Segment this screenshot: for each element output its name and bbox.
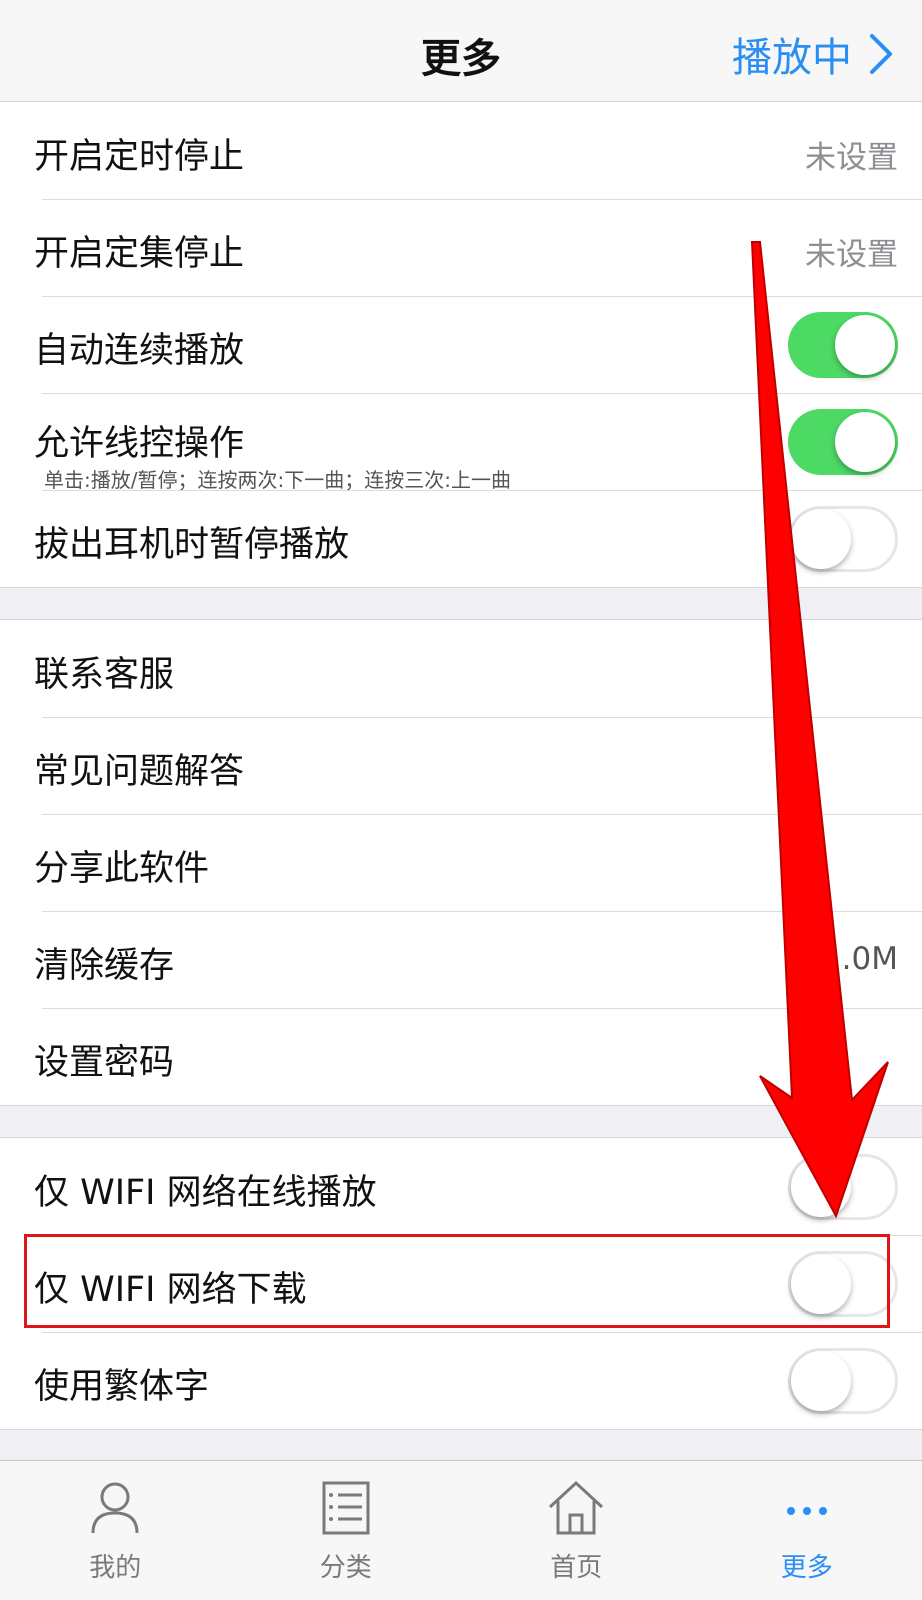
faq-row[interactable]: 常见问题解答: [0, 717, 922, 814]
row-label: 分享此软件: [34, 849, 210, 889]
toggle-knob: [791, 1254, 851, 1314]
tab-category[interactable]: 分类: [231, 1461, 462, 1600]
toggle-knob: [835, 315, 895, 375]
person-icon: [91, 1482, 139, 1534]
tab-mine[interactable]: 我的: [0, 1461, 231, 1600]
wire-control-row: 允许线控操作 单击:播放/暂停；连按两次:下一曲；连按三次:上一曲: [0, 393, 922, 492]
episode-stop-row[interactable]: 开启定集停止 未设置: [0, 199, 922, 296]
wifi-only-stream-toggle[interactable]: [788, 1154, 898, 1220]
tab-label: 分类: [319, 1553, 372, 1583]
tab-label: 首页: [550, 1553, 603, 1583]
wifi-only-stream-row: 仅 WIFI 网络在线播放: [0, 1138, 922, 1235]
nav-bar: 更多 播放中: [0, 0, 922, 102]
row-label: 允许线控操作: [34, 424, 245, 464]
row-label: 设置密码: [34, 1043, 175, 1083]
more-icon: [786, 1507, 827, 1515]
traditional-chinese-toggle[interactable]: [788, 1348, 898, 1414]
row-label: 仅 WIFI 网络在线播放: [34, 1173, 377, 1213]
now-playing-label: 播放中: [732, 35, 852, 81]
sleep-timer-row[interactable]: 开启定时停止 未设置: [0, 102, 922, 199]
tab-home[interactable]: 首页: [461, 1461, 692, 1600]
chevron-right-icon: [870, 34, 892, 74]
home-icon: [549, 1480, 604, 1535]
row-label: 开启定集停止: [34, 234, 245, 274]
autoplay-toggle[interactable]: [788, 312, 898, 378]
toggle-knob: [791, 1157, 851, 1217]
headphone-pause-toggle[interactable]: [788, 506, 898, 572]
support-group: 联系客服 常见问题解答 分享此软件 清除缓存 .0M 设置密码: [0, 619, 922, 1106]
toggle-knob: [791, 1351, 851, 1411]
tab-label: 更多: [780, 1553, 833, 1583]
set-password-row[interactable]: 设置密码: [0, 1008, 922, 1105]
row-sublabel: 单击:播放/暂停；连按两次:下一曲；连按三次:上一曲: [44, 468, 511, 492]
toggle-knob: [835, 412, 895, 472]
row-label: 常见问题解答: [34, 752, 245, 792]
wifi-only-download-row: 仅 WIFI 网络下载: [0, 1235, 922, 1332]
tab-label: 我的: [89, 1553, 142, 1583]
playback-settings-group: 开启定时停止 未设置 开启定集停止 未设置 自动连续播放 允许线控操作 单击:播…: [0, 101, 922, 588]
traditional-chinese-row: 使用繁体字: [0, 1332, 922, 1429]
row-label: 拔出耳机时暂停播放: [34, 525, 350, 565]
network-settings-group: 仅 WIFI 网络在线播放 仅 WIFI 网络下载 使用繁体字: [0, 1137, 922, 1430]
wire-control-toggle[interactable]: [788, 409, 898, 475]
list-icon: [322, 1481, 370, 1535]
row-label: 使用繁体字: [34, 1367, 210, 1407]
contact-support-row[interactable]: 联系客服: [0, 620, 922, 717]
autoplay-row: 自动连续播放: [0, 296, 922, 393]
cache-size-value: .0M: [841, 941, 898, 977]
row-label: 开启定时停止: [34, 137, 245, 177]
row-label: 清除缓存: [34, 946, 175, 986]
tab-bar: 我的 分类 首页 更多: [0, 1460, 922, 1600]
row-value: 未设置: [805, 140, 898, 176]
row-label: 联系客服: [34, 655, 175, 695]
now-playing-button[interactable]: 播放中: [732, 26, 896, 82]
row-label: 仅 WIFI 网络下载: [34, 1270, 307, 1310]
share-app-row[interactable]: 分享此软件: [0, 814, 922, 911]
headphone-pause-row: 拔出耳机时暂停播放: [0, 490, 922, 587]
toggle-knob: [791, 509, 851, 569]
row-label: 自动连续播放: [34, 331, 245, 371]
row-value: 未设置: [805, 237, 898, 273]
tab-more[interactable]: 更多: [692, 1461, 922, 1600]
clear-cache-row[interactable]: 清除缓存 .0M: [0, 911, 922, 1008]
wifi-only-download-toggle[interactable]: [788, 1251, 898, 1317]
